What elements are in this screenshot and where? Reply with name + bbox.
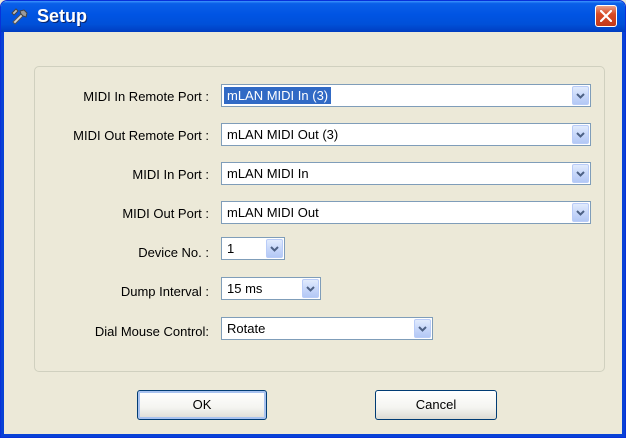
midi-in-port-label: MIDI In Port :	[132, 167, 209, 182]
combo-value: Rotate	[227, 321, 266, 336]
dropdown-button[interactable]	[572, 86, 589, 105]
chevron-down-icon	[576, 132, 585, 138]
chevron-down-icon	[306, 286, 315, 292]
midi-out-port-select[interactable]: mLAN MIDI Out	[221, 201, 591, 224]
combo-value: 1	[227, 241, 235, 256]
setup-tool-icon	[10, 7, 30, 27]
device-no-select[interactable]: 1	[221, 237, 285, 260]
close-button[interactable]	[595, 5, 617, 27]
combo-value: mLAN MIDI In	[227, 166, 309, 181]
dial-mouse-control-select[interactable]: Rotate	[221, 317, 433, 340]
dropdown-button[interactable]	[572, 125, 589, 144]
window-frame-bottom	[1, 434, 625, 437]
chevron-down-icon	[270, 246, 279, 252]
midi-in-port-select[interactable]: mLAN MIDI In	[221, 162, 591, 185]
chevron-down-icon	[418, 326, 427, 332]
dial-mouse-control-label: Dial Mouse Control:	[94, 324, 209, 339]
midi-out-remote-port-select[interactable]: mLAN MIDI Out (3)	[221, 123, 591, 146]
midi-in-remote-port-select[interactable]: mLAN MIDI In (3)	[221, 84, 591, 107]
midi-out-port-label: MIDI Out Port :	[122, 206, 209, 221]
setup-dialog: Setup MIDI In Remote Port : mLAN MIDI In…	[0, 0, 626, 438]
dropdown-button[interactable]	[266, 239, 283, 258]
dropdown-button[interactable]	[572, 164, 589, 183]
combo-value: 15 ms	[227, 281, 263, 296]
combo-value: mLAN MIDI Out (3)	[227, 127, 339, 142]
dump-interval-label: Dump Interval :	[120, 284, 209, 299]
dump-interval-select[interactable]: 15 ms	[221, 277, 321, 300]
midi-out-remote-port-label: MIDI Out Remote Port :	[73, 128, 209, 143]
dropdown-button[interactable]	[302, 279, 319, 298]
chevron-down-icon	[576, 93, 585, 99]
midi-in-remote-port-label: MIDI In Remote Port :	[83, 89, 209, 104]
ok-button[interactable]: OK	[137, 390, 267, 420]
window-frame-left	[1, 32, 4, 437]
chevron-down-icon	[576, 171, 585, 177]
device-no-label: Device No. :	[138, 245, 209, 260]
dropdown-button[interactable]	[414, 319, 431, 338]
combo-value: mLAN MIDI Out	[227, 205, 319, 220]
chevron-down-icon	[576, 210, 585, 216]
dialog-title: Setup	[37, 6, 88, 26]
title-bar[interactable]: Setup	[1, 1, 625, 32]
close-icon	[600, 10, 612, 22]
window-frame-right	[622, 32, 625, 437]
dropdown-button[interactable]	[572, 203, 589, 222]
cancel-button[interactable]: Cancel	[375, 390, 497, 420]
combo-value: mLAN MIDI In (3)	[224, 87, 332, 104]
